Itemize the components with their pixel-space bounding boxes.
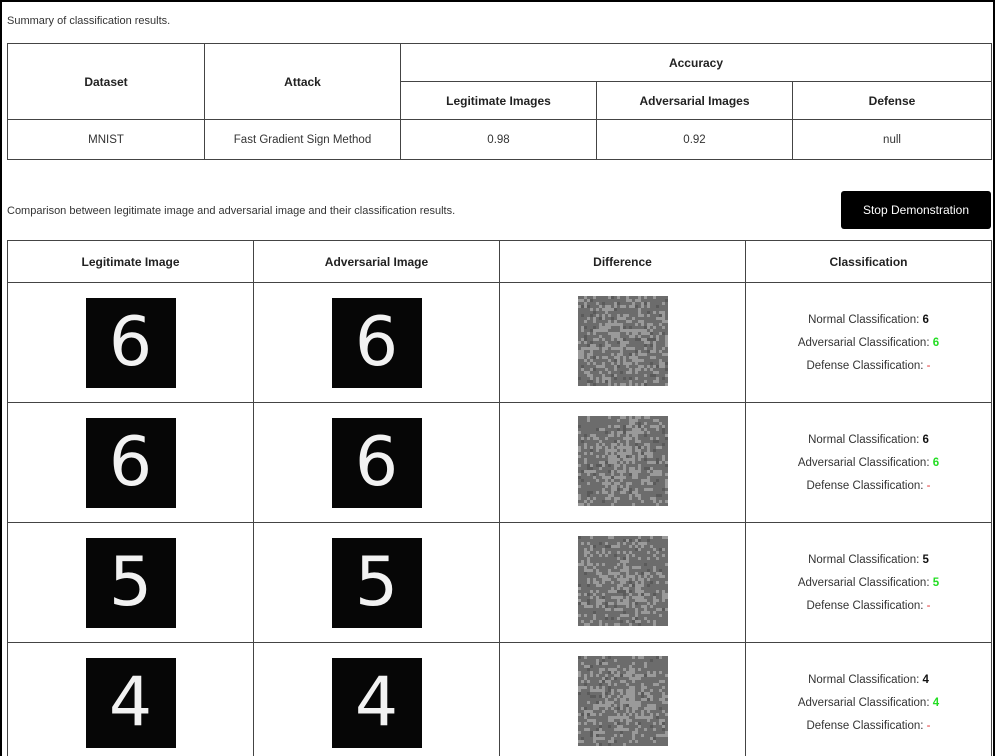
- normal-value: 5: [922, 553, 929, 566]
- header-legitimate-image: Legitimate Image: [7, 240, 254, 283]
- difference-image: [577, 416, 668, 506]
- summary-caption: Summary of classification results.: [7, 15, 171, 27]
- summary-header-row: Dataset Attack Accuracy: [7, 43, 992, 120]
- normal-value: 4: [922, 673, 929, 686]
- adversarial-cell: 4: [253, 642, 500, 756]
- difference-cell: [499, 642, 746, 756]
- defense-classification: Defense Classification: -: [806, 719, 931, 732]
- legitimate-cell: 5: [7, 522, 254, 643]
- legitimate-cell: 6: [7, 402, 254, 523]
- adversarial-value: 4: [932, 696, 940, 709]
- adversarial-value: 6: [932, 336, 940, 349]
- classification-cell: Normal Classification: 6 Adversarial Cla…: [745, 402, 992, 523]
- header-adversarial-images: Adversarial Images: [596, 81, 793, 120]
- adversarial-classification: Adversarial Classification: 6: [797, 336, 940, 349]
- adversarial-classification: Adversarial Classification: 5: [797, 576, 940, 589]
- classification-cell: Normal Classification: 6 Adversarial Cla…: [745, 282, 992, 403]
- normal-classification: Normal Classification: 6: [808, 433, 929, 446]
- header-dataset: Dataset: [7, 43, 205, 120]
- legitimate-image: 6: [85, 417, 176, 508]
- cell-adversarial-accuracy: 0.92: [596, 119, 793, 160]
- adversarial-value: 5: [932, 576, 940, 589]
- difference-image: [577, 656, 668, 746]
- comparison-table: Legitimate Image Adversarial Image Diffe…: [7, 240, 992, 756]
- header-classification: Classification: [745, 240, 992, 283]
- normal-classification: Normal Classification: 6: [808, 313, 929, 326]
- page-frame: Summary of classification results. Datas…: [2, 2, 993, 756]
- table-row: 6 6 Normal Classification: 6 Adversarial…: [7, 282, 992, 403]
- defense-value: -: [926, 359, 931, 372]
- normal-value: 6: [922, 433, 929, 446]
- defense-value: -: [926, 719, 931, 732]
- classification-cell: Normal Classification: 5 Adversarial Cla…: [745, 522, 992, 643]
- defense-value: -: [926, 479, 931, 492]
- normal-value: 6: [922, 313, 929, 326]
- adversarial-image: 6: [331, 417, 422, 508]
- normal-classification: Normal Classification: 5: [808, 553, 929, 566]
- header-adversarial-image: Adversarial Image: [253, 240, 500, 283]
- normal-classification: Normal Classification: 4: [808, 673, 929, 686]
- adversarial-cell: 6: [253, 402, 500, 523]
- summary-table: Dataset Attack Accuracy Legitimate Image…: [7, 43, 992, 160]
- adversarial-image: 6: [331, 297, 422, 388]
- adversarial-classification: Adversarial Classification: 6: [797, 456, 940, 469]
- adversarial-value: 6: [932, 456, 940, 469]
- difference-cell: [499, 522, 746, 643]
- legitimate-image: 5: [85, 537, 176, 628]
- cell-dataset: MNIST: [7, 119, 205, 160]
- difference-cell: [499, 282, 746, 403]
- header-attack: Attack: [204, 43, 401, 120]
- stop-demonstration-button[interactable]: Stop Demonstration: [841, 191, 991, 229]
- header-defense: Defense: [792, 81, 992, 120]
- classification-cell: Normal Classification: 4 Adversarial Cla…: [745, 642, 992, 756]
- defense-classification: Defense Classification: -: [806, 479, 931, 492]
- difference-image: [577, 296, 668, 386]
- difference-image: [577, 536, 668, 626]
- adversarial-cell: 5: [253, 522, 500, 643]
- adversarial-image: 5: [331, 537, 422, 628]
- table-row: 6 6 Normal Classification: 6 Adversarial…: [7, 402, 992, 523]
- header-accuracy: Accuracy: [400, 43, 992, 82]
- cell-defense: null: [792, 119, 992, 160]
- cell-legitimate-accuracy: 0.98: [400, 119, 597, 160]
- difference-cell: [499, 402, 746, 523]
- defense-classification: Defense Classification: -: [806, 599, 931, 612]
- legitimate-image: 6: [85, 297, 176, 388]
- comparison-header-row: Legitimate Image Adversarial Image Diffe…: [7, 240, 992, 283]
- adversarial-classification: Adversarial Classification: 4: [797, 696, 940, 709]
- table-row: 4 4 Normal Classification: 4 Adversarial…: [7, 642, 992, 756]
- legitimate-cell: 4: [7, 642, 254, 756]
- legitimate-cell: 6: [7, 282, 254, 403]
- legitimate-image: 4: [85, 657, 176, 748]
- defense-classification: Defense Classification: -: [806, 359, 931, 372]
- adversarial-cell: 6: [253, 282, 500, 403]
- adversarial-image: 4: [331, 657, 422, 748]
- defense-value: -: [926, 599, 931, 612]
- header-legitimate-images: Legitimate Images: [400, 81, 597, 120]
- table-row: MNIST Fast Gradient Sign Method 0.98 0.9…: [7, 119, 992, 160]
- header-difference: Difference: [499, 240, 746, 283]
- cell-attack: Fast Gradient Sign Method: [204, 119, 401, 160]
- table-row: 5 5 Normal Classification: 5 Adversarial…: [7, 522, 992, 643]
- comparison-caption: Comparison between legitimate image and …: [7, 205, 456, 217]
